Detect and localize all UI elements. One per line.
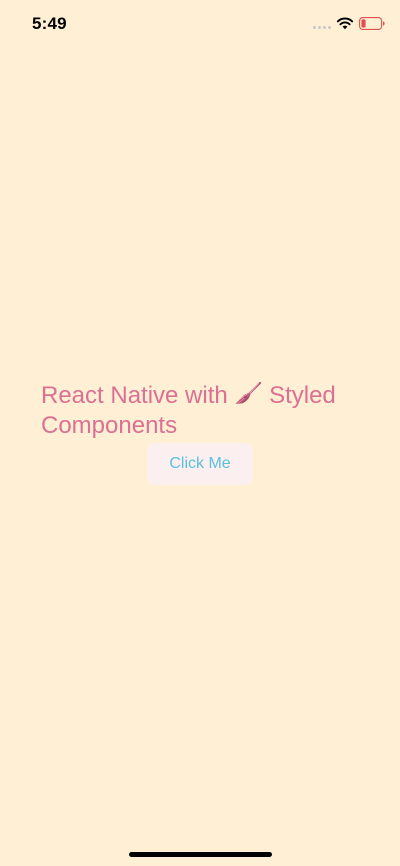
main-content: React Native with Styled Components Clic… bbox=[0, 0, 400, 866]
brush-icon bbox=[235, 382, 262, 404]
home-indicator[interactable] bbox=[129, 852, 272, 857]
click-me-button[interactable]: Click Me bbox=[147, 443, 253, 485]
title-text-before: React Native with bbox=[41, 382, 235, 409]
page-title: React Native with Styled Components bbox=[41, 381, 371, 441]
